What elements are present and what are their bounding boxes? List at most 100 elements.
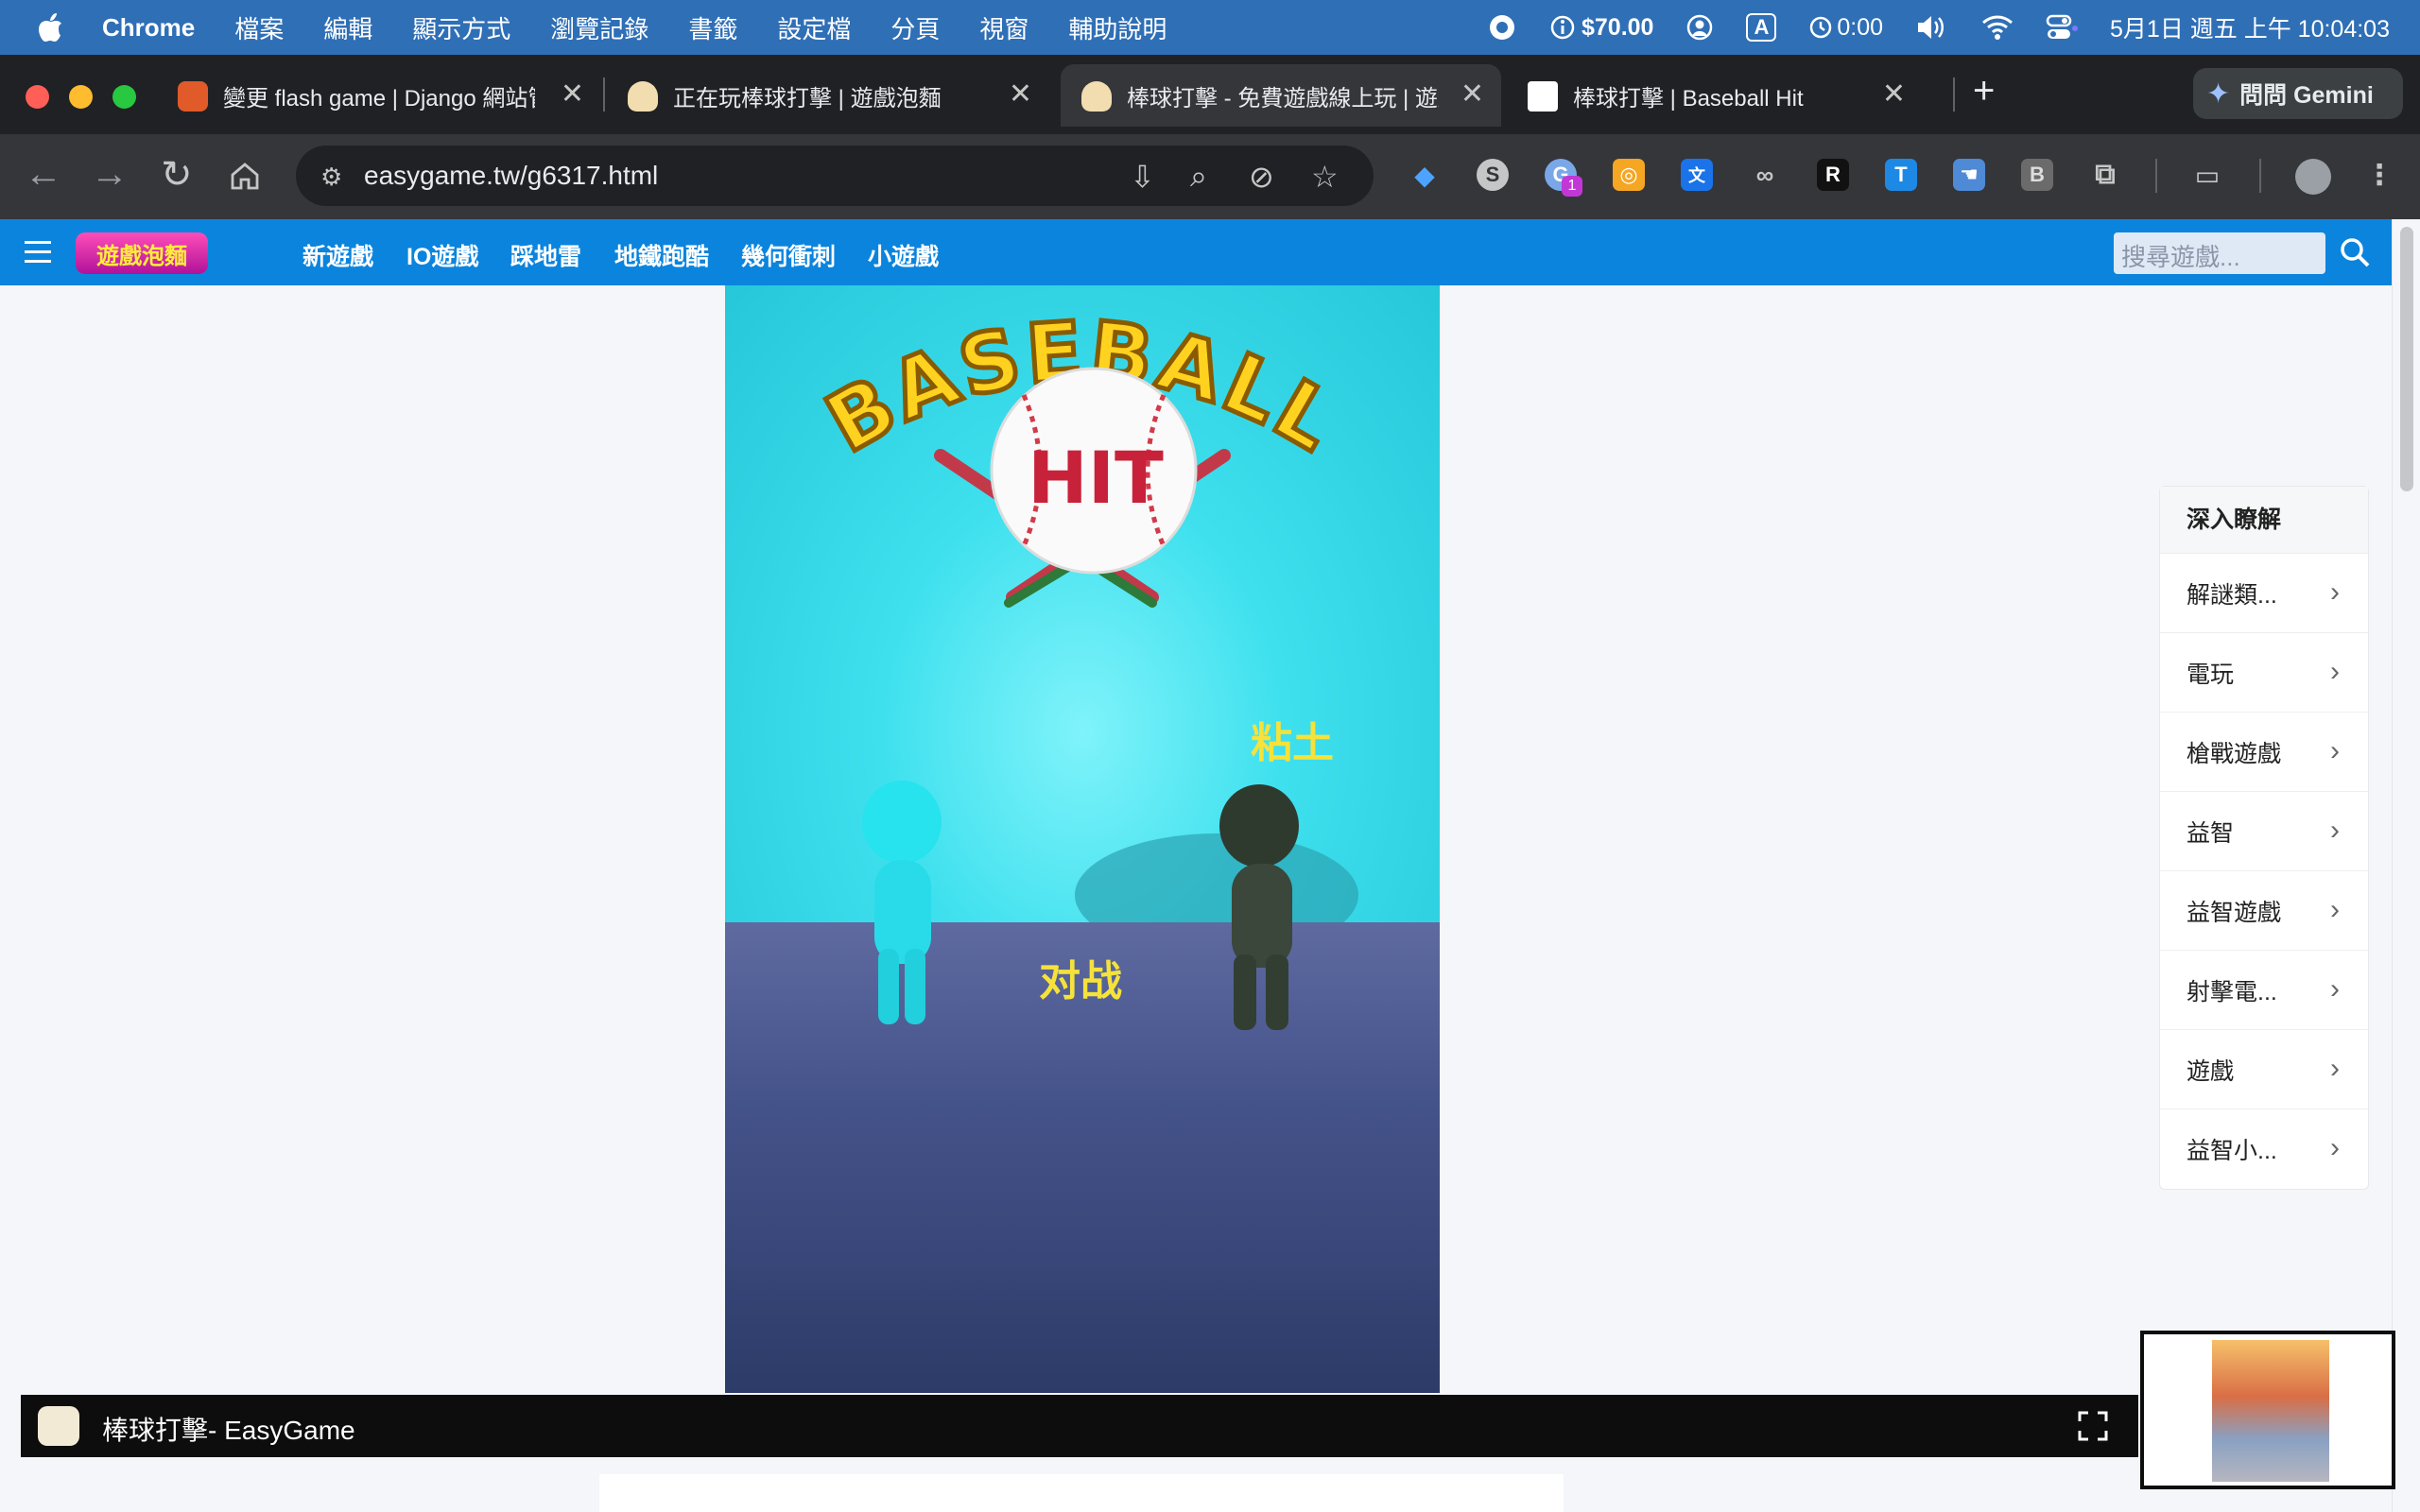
wifi-icon[interactable] [1981,14,2014,41]
volume-icon[interactable] [1915,13,1949,42]
apple-logo-icon[interactable] [36,11,64,43]
player-cyan-figure[interactable] [842,779,956,1034]
list-item-label: 益智 [2187,819,2235,847]
zoom-magnifier-icon[interactable]: ⌕ [1190,159,1207,195]
puzzle-extensions-icon[interactable]: ⧉ [2089,159,2121,191]
tab-django-admin[interactable]: 變更 flash game | Django 網站管理 ✕ [157,64,601,127]
hand-extension-icon[interactable]: ☚ [1953,159,1985,191]
gemini-sparkle-icon: ✦ [2206,77,2231,110]
swirl-extension-icon[interactable]: S [1477,159,1509,191]
card-item-shooter-video[interactable]: 射擊電... › [2160,950,2368,1029]
home-icon[interactable] [229,161,261,191]
menu-help[interactable]: 輔助說明 [1068,10,1167,45]
tab-title: 棒球打擊 | Baseball Hit [1573,85,1804,112]
close-tab-icon[interactable]: ✕ [1882,77,1906,111]
status-area: $70.00 A 0:00 5月1日 週五 上午 10:04:03 [1455,0,2390,55]
game-bottom-bar: 棒球打擊- EasyGame [21,1395,2138,1457]
tab-baseball-free-games[interactable]: 棒球打擊 - 免費遊戲線上玩 | 遊戲泡麵 ✕ [1061,64,1501,127]
nav-new-games[interactable]: 新遊戲 [302,238,373,272]
tab-baseball-hit-unity[interactable]: 棒球打擊 | Baseball Hit ✕ [1507,64,1923,127]
card-item-games[interactable]: 遊戲 › [2160,1029,2368,1108]
tab-separator [1953,77,1955,112]
tab-title: 棒球打擊 - 免費遊戲線上玩 | 遊戲泡麵 [1127,85,1439,112]
opponent-name-label: 粘土 [1251,720,1334,766]
macos-menubar: Chrome 檔案 編輯 顯示方式 瀏覽記錄 書籤 設定檔 分頁 視窗 輔助說明… [0,0,2420,55]
card-item-brain-games[interactable]: 益智遊戲 › [2160,870,2368,950]
kebab-menu-icon[interactable]: ⋮ [2363,159,2395,191]
noodle-icon [1081,81,1112,112]
menu-file[interactable]: 檔案 [234,10,284,45]
card-heading: 深入瞭解 [2160,487,2368,553]
close-tab-icon[interactable]: ✕ [561,77,584,111]
menu-bookmarks[interactable]: 書籤 [688,10,737,45]
install-app-icon[interactable]: ⇩ [1130,159,1155,195]
r-extension-icon[interactable]: R [1817,159,1849,191]
menu-tab[interactable]: 分頁 [890,10,940,45]
translate-az-icon[interactable]: 文 [1681,159,1713,191]
bookmark-star-icon[interactable]: ☆ [1311,159,1339,195]
ask-gemini-button[interactable]: ✦ 問問 Gemini [2193,68,2403,119]
close-tab-icon[interactable]: ✕ [1009,77,1032,111]
tab-search-icon[interactable]: ▭ [2191,159,2223,191]
card-item-brain[interactable]: 益智 › [2160,791,2368,870]
opponent-clay-figure[interactable] [1205,779,1328,1034]
menu-app-name[interactable]: Chrome [102,13,195,43]
user-circle-icon[interactable] [1685,13,1714,42]
zoom-window-icon[interactable] [112,85,136,109]
gem-extension-icon[interactable]: ◆ [1409,159,1441,191]
menu-view[interactable]: 顯示方式 [412,10,510,45]
scrollbar-thumb[interactable] [2400,227,2413,491]
tab-playing-baseball[interactable]: 正在玩棒球打擊 | 遊戲泡麵 ✕ [607,64,1049,127]
new-tab-plus-icon[interactable]: + [1973,70,1995,112]
close-window-icon[interactable] [26,85,49,109]
record-icon[interactable] [1487,12,1517,43]
card-item-video-games[interactable]: 電玩 › [2160,632,2368,712]
input-method-badge[interactable]: A [1746,13,1777,42]
orange-extension-icon[interactable]: ◎ [1613,159,1645,191]
picture-in-picture-thumbnail[interactable] [2140,1331,2395,1489]
card-item-brain-mini[interactable]: 益智小... › [2160,1108,2368,1188]
omnibox[interactable]: ⚙ easygame.tw/g6317.html ⇩ ⌕ ⊘ ☆ [296,146,1374,206]
card-item-shooting-games[interactable]: 槍戰遊戲 › [2160,712,2368,791]
list-item-label: 益智遊戲 [2187,899,2282,926]
card-item-puzzle-genre[interactable]: 解謎類... › [2160,553,2368,632]
list-item-label: 益智小... [2187,1137,2277,1164]
close-tab-icon[interactable]: ✕ [1461,77,1484,111]
money-value: $70.00 [1582,13,1654,41]
menu-profiles[interactable]: 設定檔 [777,10,851,45]
nav-minesweeper[interactable]: 踩地雷 [510,238,581,272]
control-center-icon[interactable] [2046,13,2079,42]
chevron-right-icon: › [2330,894,2340,925]
tab-title: 變更 flash game | Django 網站管理 [223,85,535,112]
nav-io-games[interactable]: IO遊戲 [406,238,478,272]
nav-geometry-dash[interactable]: 幾何衝刺 [741,238,836,272]
minimize-window-icon[interactable] [69,85,93,109]
search-icon[interactable] [2339,236,2371,268]
site-search-input[interactable]: 搜尋遊戲... [2114,232,2325,274]
page-scrollbar[interactable] [2392,219,2420,1512]
profile-avatar-icon[interactable] [2295,159,2331,195]
clock-datetime[interactable]: 5月1日 週五 上午 10:04:03 [2110,10,2390,44]
nav-subway-surfers[interactable]: 地鐵跑酷 [614,238,709,272]
money-status[interactable]: $70.00 [1549,14,1653,42]
address-url[interactable]: easygame.tw/g6317.html [364,161,658,191]
back-arrow-icon[interactable]: ← [25,153,62,196]
reload-icon[interactable]: ↻ [161,153,193,197]
site-settings-icon[interactable]: ⚙ [320,163,342,192]
nav-mini-games[interactable]: 小遊戲 [868,238,939,272]
b-extension-icon[interactable]: B [2021,159,2053,191]
mario-icon [178,81,208,112]
menu-edit[interactable]: 編輯 [323,10,372,45]
menu-window[interactable]: 視窗 [979,10,1028,45]
list-item-label: 射擊電... [2187,978,2277,1005]
site-logo[interactable]: 遊戲泡麵 [76,232,208,274]
game-canvas[interactable]: BASEBALL HIT 粘土 对战 [725,285,1440,1393]
t-extension-icon[interactable]: T [1885,159,1917,191]
hamburger-menu-icon[interactable] [25,241,51,264]
link-extension-icon[interactable]: ∞ [1749,159,1781,191]
forward-arrow-icon[interactable]: → [91,153,129,196]
menu-history[interactable]: 瀏覽記錄 [550,10,648,45]
eye-off-icon[interactable]: ⊘ [1249,159,1274,195]
timer-status[interactable]: 0:00 [1808,14,1883,42]
fullscreen-icon[interactable] [2077,1410,2109,1442]
